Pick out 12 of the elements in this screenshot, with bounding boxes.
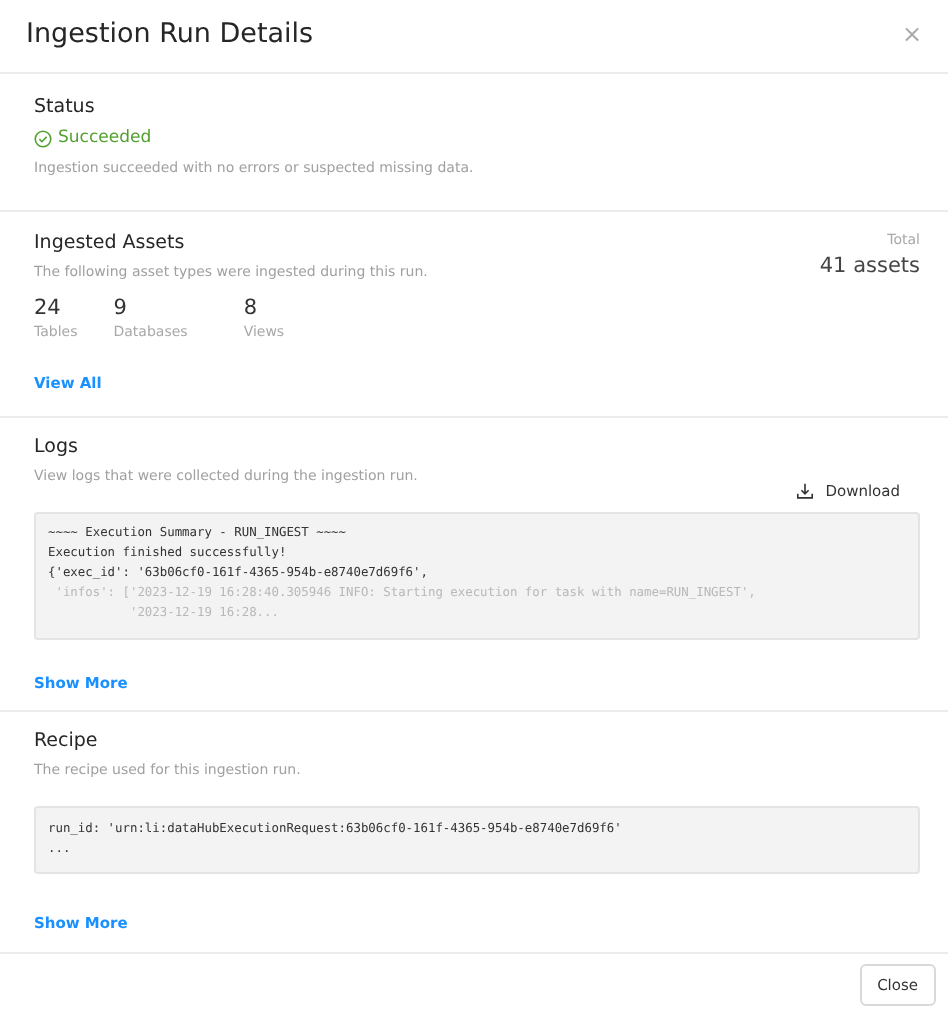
section-heading: Ingested Assets (34, 232, 185, 254)
modal-title: Ingestion Run Details (26, 18, 314, 50)
count-value: 9 (113, 296, 127, 320)
total-value: 41 assets (819, 254, 920, 278)
section-heading: Status (34, 96, 95, 118)
count-value: 8 (243, 296, 257, 320)
section-heading: Recipe (34, 730, 98, 752)
close-button[interactable]: × (901, 20, 922, 48)
status-label: Succeeded (58, 128, 152, 148)
section-heading: Logs (34, 436, 78, 458)
download-icon (795, 482, 814, 500)
count-value: 24 (34, 296, 61, 320)
